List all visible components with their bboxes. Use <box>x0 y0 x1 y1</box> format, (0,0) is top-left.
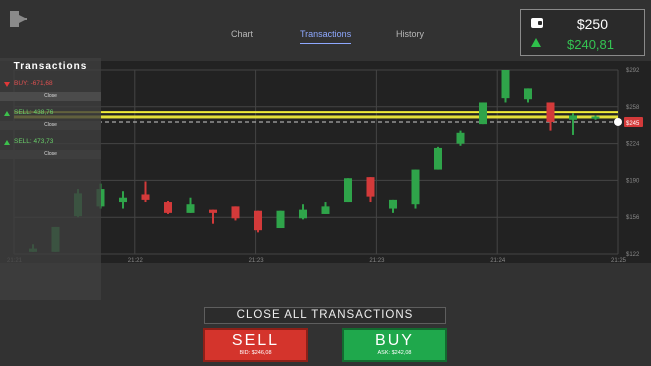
wallet-icon <box>531 18 543 28</box>
candle <box>164 200 172 214</box>
candle-body <box>456 132 465 144</box>
candle <box>254 210 262 233</box>
exit-icon[interactable] <box>9 10 31 28</box>
candle-body <box>299 209 307 219</box>
transaction-label: BUY: -671,68 <box>14 80 53 87</box>
candle-body <box>524 88 532 100</box>
y-tick-label: $190 <box>626 178 640 184</box>
y-tick-label: $292 <box>626 68 640 74</box>
y-tick-label: $156 <box>626 215 640 221</box>
buy-button[interactable]: BUY ASK: $242,08 <box>342 328 447 362</box>
y-tick-label: $258 <box>626 105 640 111</box>
candle <box>546 102 555 131</box>
candle-body <box>434 147 442 170</box>
current-price-label: $245 <box>626 121 640 127</box>
transaction-item: BUY: -671,68 Close <box>0 79 101 105</box>
candle <box>299 204 307 220</box>
transaction-item: SELL: 473,73 Close <box>0 137 101 163</box>
candle <box>411 169 420 209</box>
buy-label: BUY <box>375 332 414 349</box>
transaction-label: SELL: 438,76 <box>14 109 54 116</box>
price-marker <box>614 117 622 126</box>
candle-body <box>321 206 330 214</box>
up-arrow-icon <box>4 111 10 116</box>
candle-body <box>479 102 487 125</box>
candle-body <box>209 209 217 213</box>
tab-history[interactable]: History <box>396 29 424 39</box>
y-tick-label: $224 <box>626 142 640 148</box>
x-tick-label: 21:22 <box>128 258 144 263</box>
transaction-label: SELL: 473,73 <box>14 138 54 145</box>
x-tick-label: 21:23 <box>369 258 385 263</box>
candle-body <box>411 169 420 205</box>
candle-body <box>254 210 262 231</box>
x-tick-label: 21:23 <box>249 258 265 263</box>
candle <box>321 202 330 214</box>
candle-body <box>344 178 352 203</box>
candle-body <box>164 202 172 213</box>
down-arrow-icon <box>4 82 10 87</box>
candle <box>569 113 577 135</box>
price-line <box>14 111 618 114</box>
transaction-item: SELL: 438,76 Close <box>0 108 101 134</box>
candle <box>209 209 217 224</box>
candle-body <box>569 115 577 120</box>
candle <box>501 70 510 103</box>
candle <box>524 88 532 103</box>
tab-chart[interactable]: Chart <box>231 29 253 39</box>
sell-bid: BID: $246,08 <box>239 350 272 356</box>
close-transaction-button[interactable]: Close <box>0 121 101 130</box>
close-transaction-button[interactable]: Close <box>0 150 101 159</box>
candle <box>344 178 352 203</box>
panel-title: Transactions <box>13 61 88 72</box>
account-summary: $250 $240,81 <box>520 9 645 56</box>
candle-body <box>591 116 600 119</box>
candle-body <box>366 177 375 197</box>
candle-body <box>501 70 510 99</box>
up-arrow-icon <box>4 140 10 145</box>
buy-ask: ASK: $242,08 <box>377 350 412 356</box>
tab-transactions[interactable]: Transactions <box>300 29 352 44</box>
candle-body <box>276 210 285 229</box>
candle-body <box>546 102 555 122</box>
candle-body <box>119 197 127 203</box>
candle <box>276 210 285 229</box>
close-transaction-button[interactable]: Close <box>0 92 101 101</box>
candle <box>119 191 127 209</box>
sell-button[interactable]: SELL BID: $246,08 <box>203 328 308 362</box>
equity-value: $240,81 <box>567 37 614 52</box>
candle <box>186 197 195 213</box>
candle <box>456 130 465 146</box>
candle <box>434 146 442 170</box>
price-line <box>14 115 618 119</box>
candle <box>366 177 375 203</box>
candle <box>479 102 487 125</box>
candle <box>141 181 150 203</box>
candle-body <box>186 204 195 213</box>
transactions-panel: Transactions BUY: -671,68 Close SELL: 43… <box>0 58 101 300</box>
y-tick-label: $122 <box>626 252 640 258</box>
candle <box>231 206 240 221</box>
candle-body <box>389 199 397 209</box>
candle-body <box>231 206 240 219</box>
close-all-button[interactable]: CLOSE ALL TRANSACTIONS <box>204 307 446 324</box>
sell-label: SELL <box>231 332 280 349</box>
x-tick-label: 21:24 <box>490 258 506 263</box>
balance-value: $250 <box>576 16 608 32</box>
candle-body <box>141 194 150 200</box>
up-arrow-icon <box>531 38 541 47</box>
x-tick-label: 21:25 <box>611 258 627 263</box>
candle <box>389 199 397 213</box>
